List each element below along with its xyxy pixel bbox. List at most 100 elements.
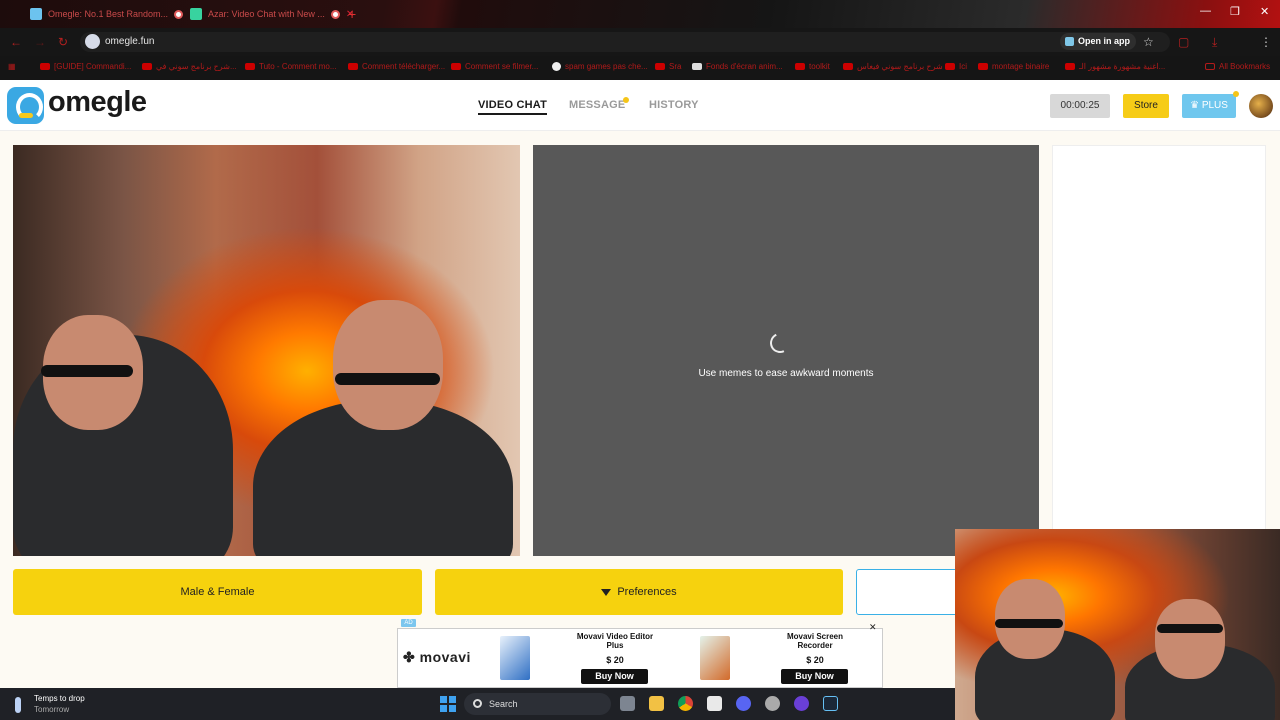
bookmark-item[interactable]: شرح برنامج سوني في...: [142, 62, 237, 71]
youtube-icon: [655, 63, 665, 70]
buy-now-button[interactable]: Buy Now: [581, 669, 648, 684]
bookmark-item[interactable]: [GUIDE] Commandi...: [40, 62, 131, 71]
tab-history[interactable]: HISTORY: [649, 99, 699, 111]
taskbar-search[interactable]: [464, 693, 611, 715]
ad-badge: AD: [401, 619, 416, 627]
bookmark-item[interactable]: Tuto - Comment mo...: [245, 62, 337, 71]
product-price: $ 20: [806, 655, 824, 665]
filter-icon: [601, 588, 612, 596]
weather-title[interactable]: Temps to drop: [34, 694, 85, 703]
thermometer-icon[interactable]: [15, 697, 21, 713]
recording-icon: [174, 9, 184, 19]
youtube-icon: [843, 63, 853, 70]
sunglasses: [335, 373, 440, 385]
app-icon[interactable]: [765, 696, 780, 711]
windows-start-icon[interactable]: [440, 696, 456, 712]
product-title: Movavi Video Editor Plus: [576, 632, 654, 650]
bookmark-item[interactable]: اغنية مشهورة مشهور الـ...: [1065, 62, 1165, 71]
youtube-icon: [142, 63, 152, 70]
youtube-icon: [348, 63, 358, 70]
google-icon: [552, 62, 561, 71]
tab-azar[interactable]: Azar: Video Chat with New ... ✕: [190, 4, 354, 24]
face: [333, 300, 443, 430]
tab-message[interactable]: MESSAGE: [569, 99, 625, 111]
search-icon: [473, 699, 482, 708]
buy-now-button[interactable]: Buy Now: [781, 669, 848, 684]
bookmark-item[interactable]: Comment télécharger...: [348, 62, 445, 71]
movavi-logo-icon: ✤: [403, 649, 420, 665]
logo-text[interactable]: omegle: [48, 86, 147, 119]
tab-label: Omegle: No.1 Best Random...: [48, 9, 169, 19]
bookmark-item[interactable]: spam games pas che...: [552, 62, 648, 71]
all-bookmarks[interactable]: All Bookmarks: [1205, 62, 1270, 71]
face: [1155, 599, 1225, 679]
tab-label: Azar: Video Chat with New ...: [208, 9, 325, 19]
video-editor-box-image[interactable]: [500, 636, 530, 680]
waiting-caption: Use memes to ease awkward moments: [698, 368, 874, 379]
download-icon[interactable]: ⤓: [1212, 35, 1217, 50]
product-title: Movavi Screen Recorder: [786, 632, 844, 650]
recording-icon: [330, 9, 340, 19]
bookmark-item[interactable]: toolkit: [795, 62, 830, 71]
weather-subtitle: Tomorrow: [34, 705, 70, 714]
store-icon[interactable]: [707, 696, 722, 711]
plus-icon: +: [348, 6, 357, 22]
search-placeholder: Search: [489, 699, 518, 709]
forward-icon[interactable]: →: [34, 35, 46, 49]
omegle-logo-icon[interactable]: [7, 87, 44, 124]
apps-icon[interactable]: ▦: [8, 62, 16, 71]
wallpaper-site-icon: [692, 63, 702, 70]
discord-icon[interactable]: [736, 696, 751, 711]
url-text[interactable]: omegle.fun: [105, 36, 154, 47]
youtube-icon: [40, 63, 50, 70]
site-info-icon[interactable]: [85, 34, 100, 49]
sunglasses: [41, 365, 133, 377]
crown-icon: ♛: [1190, 100, 1202, 111]
bookmark-item[interactable]: montage binaire: [978, 62, 1049, 71]
plus-button[interactable]: ♛ PLUS: [1182, 94, 1236, 118]
bookmark-item[interactable]: Comment se filmer...: [451, 62, 538, 71]
session-timer: 00:00:25: [1050, 94, 1110, 118]
bookmark-item[interactable]: Sra: [655, 62, 681, 71]
start-button[interactable]: [856, 569, 966, 615]
bookmark-item[interactable]: Ici: [945, 62, 967, 71]
screen-recorder-box-image[interactable]: [700, 636, 730, 680]
chrome-icon[interactable]: [678, 696, 693, 711]
ad-brand[interactable]: ✤ movavi: [403, 649, 471, 666]
new-tab-button[interactable]: +: [348, 4, 356, 24]
menu-icon[interactable]: ⋮: [1260, 35, 1272, 49]
back-icon[interactable]: ←: [10, 35, 22, 49]
steam-icon[interactable]: [823, 696, 838, 711]
chat-side-panel: [1052, 145, 1266, 530]
extensions-icon[interactable]: ▢: [1178, 35, 1189, 49]
youtube-icon: [1065, 63, 1075, 70]
store-button[interactable]: Store: [1123, 94, 1169, 118]
youtube-icon: [795, 63, 805, 70]
folder-icon: [1205, 63, 1215, 70]
browser-tab-strip: Omegle: No.1 Best Random... ✕ Azar: Vide…: [0, 0, 1280, 28]
window-close-icon[interactable]: ✕: [1260, 5, 1269, 18]
maximize-icon[interactable]: ❐: [1230, 5, 1240, 18]
youtube-icon: [451, 63, 461, 70]
close-icon[interactable]: ✕: [869, 622, 877, 633]
sunglasses: [995, 619, 1063, 628]
bookmark-star-icon[interactable]: ☆: [1143, 35, 1154, 49]
minimize-icon[interactable]: —: [1200, 5, 1211, 17]
preferences-button[interactable]: Preferences: [435, 569, 843, 615]
file-explorer-icon[interactable]: [649, 696, 664, 711]
task-view-icon[interactable]: [620, 696, 635, 711]
notification-dot: [623, 97, 629, 103]
sunglasses: [1157, 624, 1223, 633]
gender-filter-button[interactable]: Male & Female: [13, 569, 422, 615]
webcam-overlay: [955, 529, 1280, 720]
tab-omegle[interactable]: Omegle: No.1 Best Random... ✕: [30, 4, 197, 24]
reload-icon[interactable]: ↻: [58, 35, 68, 49]
bookmark-item[interactable]: شرح برنامج سوني فيغاس: [843, 62, 943, 71]
bookmark-item[interactable]: Fonds d'écran anim...: [692, 62, 783, 71]
url-field[interactable]: [80, 32, 1170, 52]
open-in-app-button[interactable]: Open in app: [1060, 33, 1137, 50]
tab-video-chat[interactable]: VIDEO CHAT: [478, 99, 548, 115]
plus-label: PLUS: [1201, 100, 1228, 111]
app-icon[interactable]: [794, 696, 809, 711]
avatar[interactable]: [1249, 94, 1273, 118]
